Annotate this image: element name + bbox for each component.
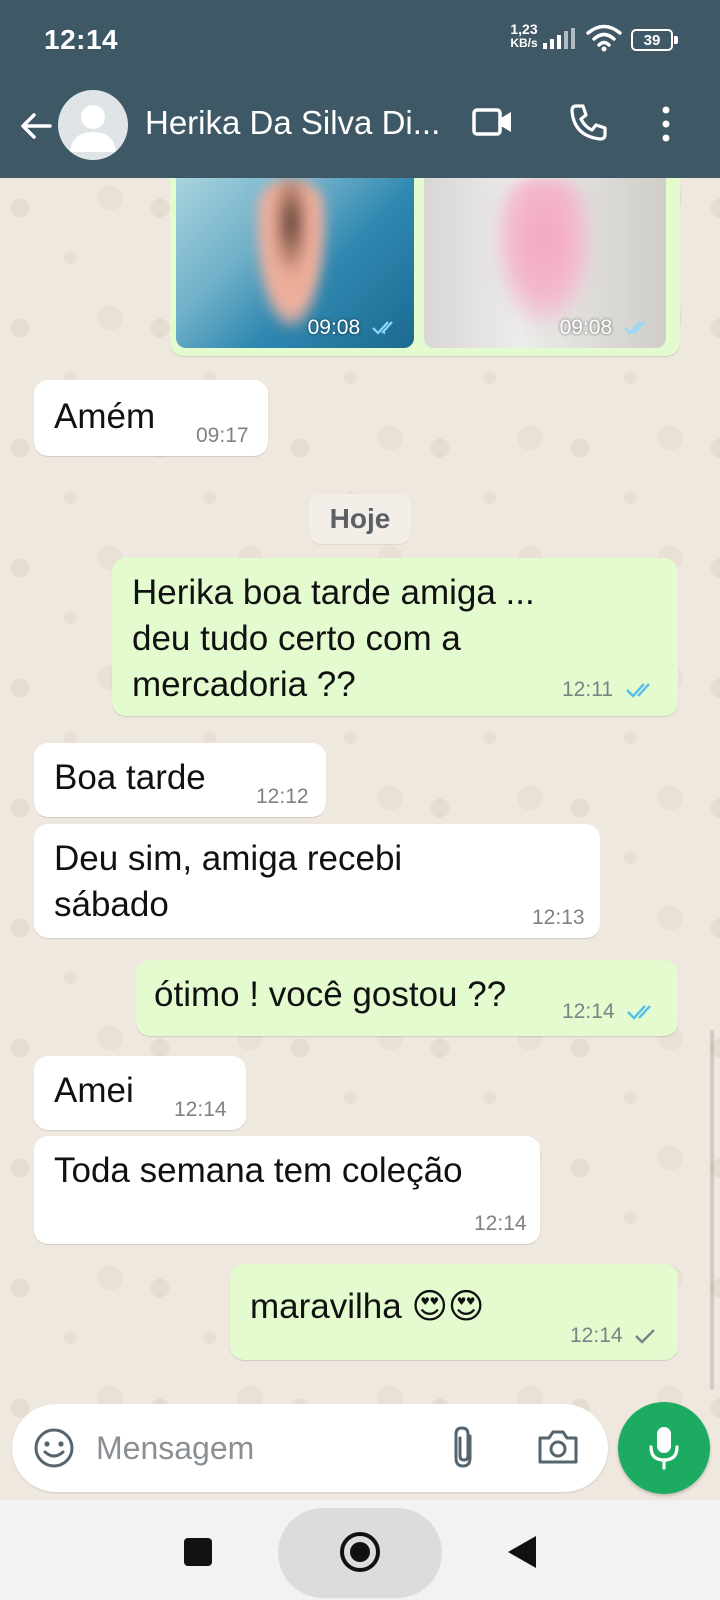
message-time: 12:13 xyxy=(532,906,585,929)
status-bar: 12:14 1,23 KB/s 39 xyxy=(0,0,720,80)
message-time: 12:14 xyxy=(570,1324,658,1348)
contact-avatar[interactable] xyxy=(58,90,128,160)
avatar-icon xyxy=(70,105,116,152)
outgoing-message[interactable]: ótimo ! você gostou ?? 12:14 xyxy=(136,960,678,1036)
back-arrow-icon[interactable] xyxy=(16,106,56,146)
blurred-figure xyxy=(494,178,594,328)
message-line: Deu sim, amiga recebi xyxy=(54,839,403,878)
battery-icon: 39 xyxy=(631,29,678,51)
chat-header: Herika Da Silva Di... xyxy=(0,86,720,166)
mic-icon xyxy=(649,1427,679,1470)
top-bar: 12:14 1,23 KB/s 39 Herika Da Silva Di... xyxy=(0,0,720,178)
message-line: mercadoria ?? xyxy=(132,665,356,704)
photo-thumbnail[interactable]: 09:08 xyxy=(176,178,414,348)
outgoing-message[interactable]: maravilha 😍😍 12:14 xyxy=(230,1264,678,1360)
message-text: Toda semana tem coleção xyxy=(54,1151,463,1190)
phone-call-icon[interactable] xyxy=(568,102,608,142)
date-separator: Hoje xyxy=(309,494,411,544)
photo-time: 09:08 xyxy=(308,316,400,340)
read-tick-icon xyxy=(372,321,393,336)
read-tick-icon xyxy=(627,1005,652,1021)
battery-level: 39 xyxy=(643,31,661,49)
blurred-figure xyxy=(256,178,326,328)
message-text: Boa tarde xyxy=(54,758,206,797)
incoming-message[interactable]: Boa tarde 12:12 xyxy=(34,743,326,817)
speed-value: 1,23 xyxy=(510,21,538,37)
outgoing-message[interactable]: Herika boa tarde amiga ... deu tudo cert… xyxy=(112,558,678,716)
message-text: maravilha 😍😍 xyxy=(250,1287,485,1326)
read-tick-icon xyxy=(625,683,650,699)
message-line: deu tudo certo com a xyxy=(132,619,461,658)
scrollbar[interactable] xyxy=(710,1030,714,1390)
wifi-icon xyxy=(586,24,622,52)
mic-button[interactable] xyxy=(618,1402,710,1494)
message-text: Herika boa tarde amiga ... deu tudo cert… xyxy=(132,570,535,708)
message-time: 12:12 xyxy=(256,785,309,808)
recent-apps-icon[interactable] xyxy=(184,1538,212,1566)
incoming-message[interactable]: Amei 12:14 xyxy=(34,1056,246,1130)
chat-area[interactable]: 09:08 09:08 Amém 09:17 Hoje Herika boa t… xyxy=(0,178,720,1498)
message-text: ótimo ! você gostou ?? xyxy=(154,975,507,1014)
message-time: 12:11 xyxy=(562,678,659,702)
incoming-message[interactable]: Toda semana tem coleção 12:14 xyxy=(34,1136,540,1244)
emoji-icon[interactable] xyxy=(32,1426,76,1470)
signal-icon xyxy=(543,28,575,49)
message-composer xyxy=(12,1404,608,1492)
sent-tick-icon xyxy=(635,1329,656,1345)
message-time: 12:14 xyxy=(474,1212,527,1235)
camera-icon[interactable] xyxy=(536,1426,580,1466)
message-input[interactable] xyxy=(96,1422,426,1474)
system-nav-bar xyxy=(0,1500,720,1600)
read-tick-icon xyxy=(624,321,645,336)
message-text: Amém xyxy=(54,397,156,436)
message-time: 12:14 xyxy=(174,1098,227,1121)
more-options-icon[interactable] xyxy=(660,104,672,144)
media-message[interactable]: 09:08 09:08 xyxy=(170,178,680,356)
video-call-icon[interactable] xyxy=(472,104,514,140)
photo-thumbnail[interactable]: 09:08 xyxy=(424,178,666,348)
incoming-message[interactable]: Deu sim, amiga recebi sábado 12:13 xyxy=(34,824,600,938)
network-speed: 1,23 KB/s xyxy=(504,22,544,50)
contact-name[interactable]: Herika Da Silva Di... xyxy=(145,104,445,142)
incoming-message[interactable]: Amém 09:17 xyxy=(34,380,268,456)
message-text: Amei xyxy=(54,1071,134,1110)
message-time: 12:14 xyxy=(562,1000,660,1024)
speed-unit: KB/s xyxy=(510,36,538,50)
message-time: 09:17 xyxy=(196,424,249,447)
message-line: Herika boa tarde amiga ... xyxy=(132,573,535,612)
message-line: sábado xyxy=(54,885,169,924)
message-text: Deu sim, amiga recebi sábado xyxy=(54,836,402,928)
photo-time: 09:08 xyxy=(560,316,652,340)
attach-icon[interactable] xyxy=(450,1424,478,1470)
status-time: 12:14 xyxy=(44,24,119,55)
home-icon[interactable] xyxy=(340,1532,380,1572)
nav-back-icon[interactable] xyxy=(508,1536,536,1568)
